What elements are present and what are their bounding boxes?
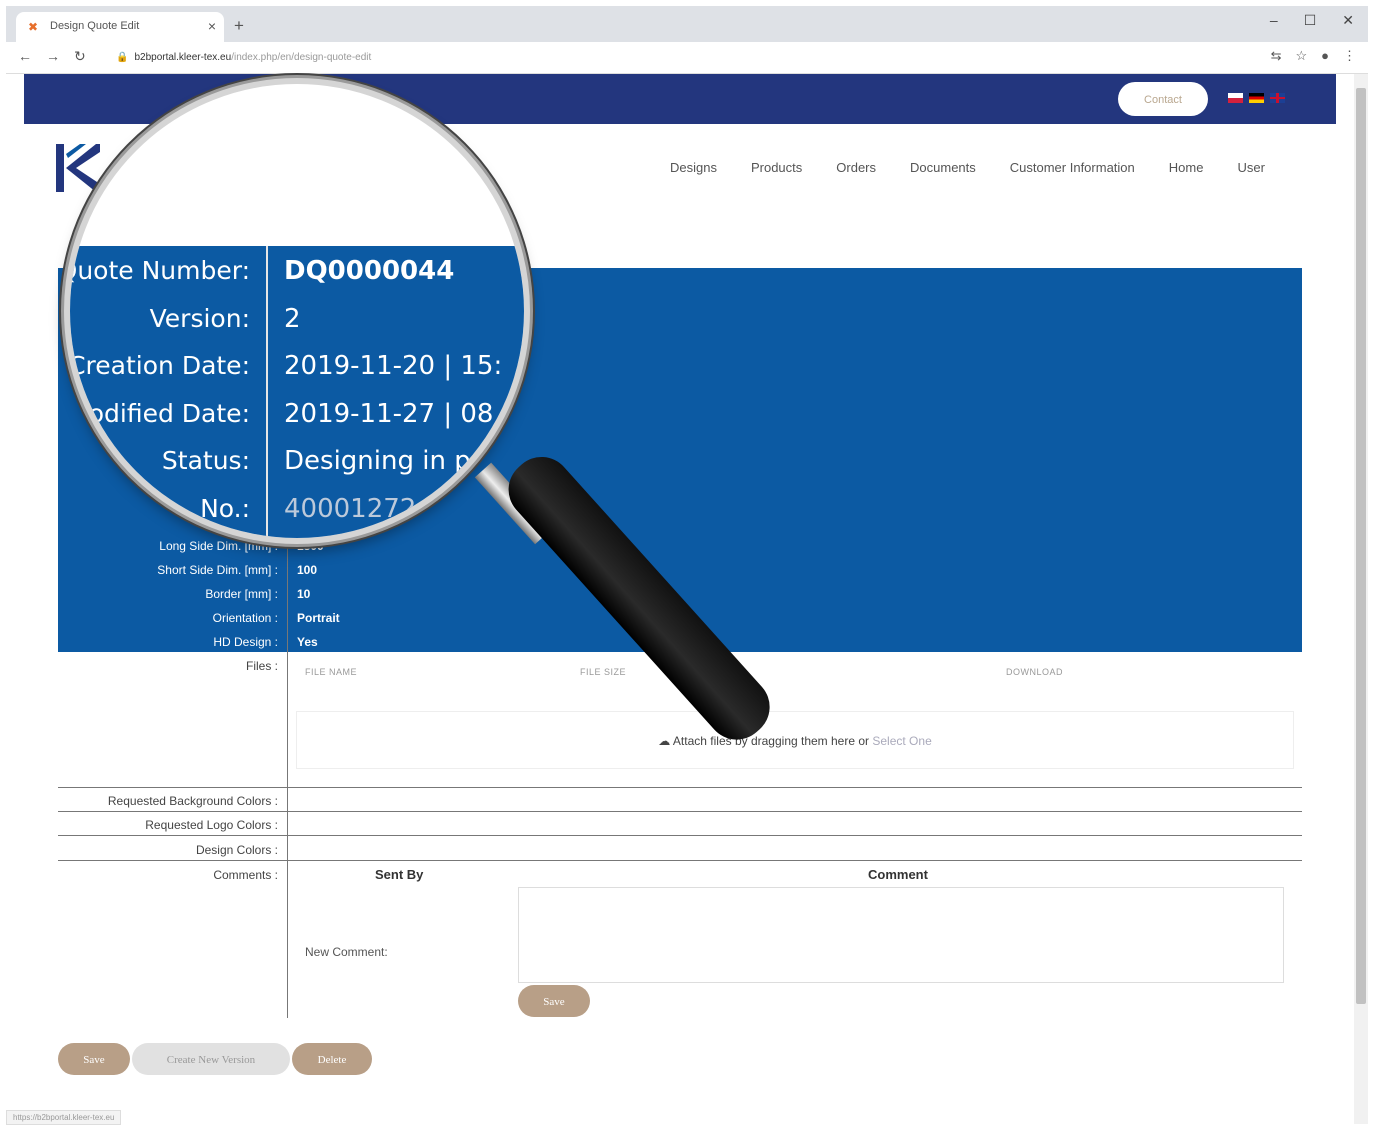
english-flag-icon[interactable] <box>1270 93 1285 103</box>
row-divider <box>58 811 1302 812</box>
row-divider <box>58 787 1302 788</box>
nav-customer-information[interactable]: Customer Information <box>1010 160 1135 175</box>
bookmark-star-icon[interactable]: ☆ <box>1295 48 1307 64</box>
sent-by-header: Sent By <box>375 867 424 882</box>
download-header: DOWNLOAD <box>1006 667 1064 677</box>
browser-tab-strip: ✖ Design Quote Edit × + – ☐ ✕ <box>6 6 1368 42</box>
lock-icon: 🔒 <box>116 52 129 63</box>
new-comment-label: New Comment: <box>305 945 388 959</box>
window-close-icon[interactable]: ✕ <box>1342 12 1354 29</box>
reload-icon[interactable]: ↻ <box>74 48 86 65</box>
quote-number-value: DQ0000044 <box>284 256 455 286</box>
modified-date-label: Modified Date: <box>67 399 250 428</box>
translate-icon[interactable]: ⇆ <box>1271 48 1282 64</box>
comment-header: Comment <box>868 867 928 882</box>
nav-user[interactable]: User <box>1237 160 1264 175</box>
url-host: b2bportal.kleer-tex.eu <box>134 52 232 63</box>
delete-button[interactable]: Delete <box>292 1043 372 1075</box>
quote-number-label: Quote Number: <box>64 256 250 285</box>
url-path: /index.php/en/design-quote-edit <box>231 52 372 63</box>
browser-menu-icon[interactable]: ⋮ <box>1343 48 1356 64</box>
select-file-link[interactable]: Select One <box>872 734 931 748</box>
tab-title: Design Quote Edit <box>50 20 140 32</box>
logo-colors-label: Requested Logo Colors : <box>145 818 278 832</box>
browser-toolbar: ← → ↻ 🔒 b2bportal.kleer-tex.eu/index.php/… <box>6 42 1368 74</box>
detail-value: 10 <box>297 587 311 601</box>
detail-value: Yes <box>297 635 318 649</box>
new-tab-icon[interactable]: + <box>234 16 244 36</box>
status-label: Status: <box>161 446 250 475</box>
detail-label: Orientation : <box>212 611 278 625</box>
upload-cloud-icon: ☁ <box>658 734 671 748</box>
lens-divider <box>266 246 268 538</box>
main-navigation: Designs Products Orders Documents Custom… <box>670 160 1265 175</box>
detail-label: Long Side Dim. [mm] : <box>159 539 278 553</box>
minimize-icon[interactable]: – <box>1270 12 1278 29</box>
comments-label: Comments : <box>213 868 278 882</box>
nav-designs[interactable]: Designs <box>670 160 717 175</box>
scrollbar-thumb[interactable] <box>1356 88 1366 1004</box>
back-icon[interactable]: ← <box>18 48 32 64</box>
profile-icon[interactable]: ● <box>1321 48 1329 64</box>
detail-label: Border [mm] : <box>205 587 278 601</box>
address-bar[interactable]: 🔒 b2bportal.kleer-tex.eu/index.php/en/des… <box>116 52 371 63</box>
maximize-icon[interactable]: ☐ <box>1304 12 1317 29</box>
contact-button[interactable]: Contact <box>1118 82 1208 116</box>
nav-documents[interactable]: Documents <box>910 160 976 175</box>
detail-label: HD Design : <box>213 635 278 649</box>
version-label: Version: <box>149 304 250 333</box>
status-bar-url: https://b2bportal.kleer-tex.eu <box>6 1110 122 1125</box>
dropzone-text: Attach files by dragging them here or <box>672 734 870 748</box>
company-logo[interactable] <box>56 144 100 192</box>
german-flag-icon[interactable] <box>1249 93 1264 103</box>
number-label: No.: <box>200 494 250 523</box>
nav-home[interactable]: Home <box>1169 160 1204 175</box>
detail-value: 100 <box>297 563 318 577</box>
site-favicon-icon: ✖ <box>28 20 39 34</box>
detail-label: Short Side Dim. [mm] : <box>157 563 278 577</box>
magnifier-lens: Quote Number: DQ0000044 Version: 2 Creat… <box>64 78 530 544</box>
tab-close-icon[interactable]: × <box>208 18 216 34</box>
files-label: Files : <box>245 659 278 673</box>
page-scrollbar[interactable] <box>1354 74 1368 1124</box>
file-size-header: FILE SIZE <box>580 667 627 677</box>
modified-date-value: 2019-11-27 | 08 <box>284 399 494 429</box>
new-comment-input[interactable] <box>518 887 1284 983</box>
version-value: 2 <box>284 304 301 334</box>
browser-tab[interactable]: ✖ Design Quote Edit × <box>16 12 224 42</box>
row-divider <box>58 860 1302 861</box>
design-colors-label: Design Colors : <box>195 843 278 857</box>
creation-date-value: 2019-11-20 | 15: <box>284 351 503 381</box>
creation-date-label: Creation Date: <box>68 351 250 380</box>
forward-icon[interactable]: → <box>46 48 60 64</box>
nav-orders[interactable]: Orders <box>836 160 876 175</box>
detail-value: Portrait <box>297 611 340 625</box>
number-value: 40001272 <box>284 494 417 524</box>
nav-products[interactable]: Products <box>751 160 802 175</box>
file-dropzone[interactable]: ☁ Attach files by dragging them here or … <box>296 711 1294 769</box>
save-button[interactable]: Save <box>58 1043 130 1075</box>
save-comment-button[interactable]: Save <box>518 985 590 1017</box>
background-colors-label: Requested Background Colors : <box>107 794 278 808</box>
status-value: Designing in p <box>284 446 471 476</box>
create-new-version-button[interactable]: Create New Version <box>132 1043 290 1075</box>
file-name-header: FILE NAME <box>305 667 358 677</box>
polish-flag-icon[interactable] <box>1228 93 1243 103</box>
row-divider <box>58 835 1302 836</box>
